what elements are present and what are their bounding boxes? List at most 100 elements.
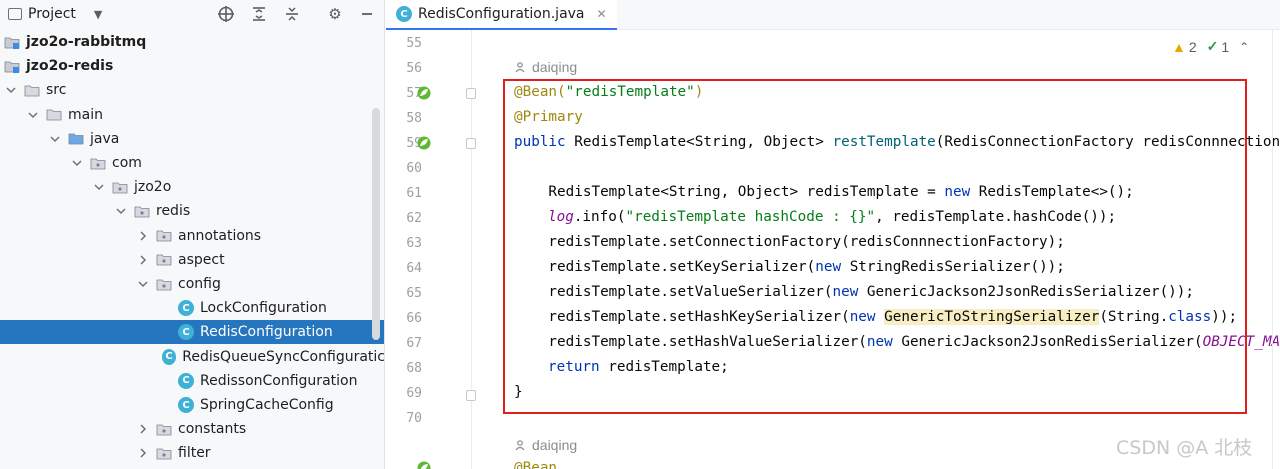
- tree-item-constants[interactable]: constants: [0, 417, 384, 441]
- folder-icon: [46, 108, 62, 121]
- tree-item-aspect[interactable]: aspect: [0, 248, 384, 272]
- tree-item-config[interactable]: config: [0, 272, 384, 296]
- locate-icon[interactable]: [216, 4, 236, 24]
- line-number[interactable]: 65: [386, 286, 422, 301]
- line-number[interactable]: 68: [386, 361, 422, 376]
- spring-bean-icon[interactable]: [416, 460, 432, 469]
- chevron-right-icon[interactable]: [136, 229, 150, 243]
- source-folder-icon: [68, 132, 84, 145]
- line-number[interactable]: 63: [386, 236, 422, 251]
- tree-item-jzo2o-redis[interactable]: jzo2o-redis: [0, 54, 384, 78]
- module-icon: [4, 36, 20, 49]
- tree-item-label: RedisQueueSyncConfiguratic: [182, 348, 385, 365]
- author-name: daiqing: [532, 59, 578, 75]
- chevron-down-icon[interactable]: [114, 204, 128, 218]
- person-icon: [515, 62, 525, 72]
- warning-count: 2: [1188, 38, 1197, 55]
- editor-gutter: 55 56 57 58 59 60 61 62 63 64 65 66 67 68 69 70: [386, 30, 476, 469]
- module-icon: [4, 60, 20, 73]
- chevron-up-icon[interactable]: ⌃: [1239, 40, 1249, 54]
- package-icon: [156, 447, 172, 460]
- tree-item-annotations[interactable]: annotations: [0, 224, 384, 248]
- person-icon: [515, 440, 525, 450]
- author-hint-2[interactable]: daiqing: [515, 437, 577, 453]
- tree-item-label: RedissonConfiguration: [200, 372, 358, 389]
- package-icon: [156, 229, 172, 242]
- tree-item-label: SpringCacheConfig: [200, 397, 334, 413]
- tree-item-src[interactable]: src: [0, 78, 384, 102]
- tree-item-label: jzo2o-redis: [26, 58, 114, 75]
- chevron-down-icon[interactable]: [70, 156, 84, 170]
- tree-item-redis[interactable]: redis: [0, 199, 384, 223]
- chevron-down-icon[interactable]: [4, 83, 18, 97]
- collapse-all-icon[interactable]: [282, 4, 302, 24]
- tree-item-lockconfiguration[interactable]: C LockConfiguration: [0, 296, 384, 320]
- chevron-down-icon[interactable]: [136, 277, 150, 291]
- tree-item-jzo2o-rabbitmq[interactable]: jzo2o-rabbitmq: [0, 30, 384, 54]
- spring-bean-icon[interactable]: [416, 85, 432, 101]
- spring-bean-icon[interactable]: [416, 135, 432, 151]
- warning-icon: ▲: [1172, 38, 1186, 55]
- expand-all-icon[interactable]: [249, 4, 269, 24]
- author-name: daiqing: [532, 437, 578, 453]
- tree-item-redissonconfiguration[interactable]: C RedissonConfiguration: [0, 369, 384, 393]
- hide-panel-icon[interactable]: [357, 4, 377, 24]
- code-line-70: @Bean: [514, 460, 558, 469]
- line-number[interactable]: 60: [386, 161, 422, 176]
- project-tool-window: Project ▼ ⚙ jzo2o-rabbitmq jzo2o-redis src…: [0, 0, 385, 469]
- line-number[interactable]: 67: [386, 336, 422, 351]
- line-number[interactable]: 66: [386, 311, 422, 326]
- tree-item-java[interactable]: java: [0, 127, 384, 151]
- tree-item-label: config: [178, 276, 221, 292]
- package-icon: [90, 157, 106, 170]
- package-icon: [156, 278, 172, 291]
- tree-item-label: jzo2o: [134, 179, 172, 196]
- package-icon: [156, 253, 172, 266]
- line-number[interactable]: 69: [386, 386, 422, 401]
- tree-item-label: constants: [178, 421, 247, 438]
- highlight-annotation-box: [503, 79, 1247, 414]
- chevron-right-icon[interactable]: [136, 422, 150, 436]
- tree-item-com[interactable]: com: [0, 151, 384, 175]
- author-hint[interactable]: daiqing: [515, 59, 577, 75]
- tab-redis-configuration[interactable]: C RedisConfiguration.java ✕: [386, 0, 617, 30]
- line-number[interactable]: 58: [386, 111, 422, 126]
- chevron-right-icon[interactable]: [136, 446, 150, 460]
- line-number[interactable]: 55: [386, 36, 422, 51]
- gear-icon[interactable]: ⚙: [325, 4, 345, 24]
- editor-tab-bar: C RedisConfiguration.java ✕: [386, 0, 1280, 30]
- chevron-down-icon[interactable]: [48, 132, 62, 146]
- tree-item-label: redis: [156, 203, 191, 220]
- watermark: CSDN @A 北枝: [1116, 437, 1253, 459]
- class-icon: C: [178, 372, 194, 389]
- tree-scrollbar[interactable]: [372, 108, 380, 340]
- folder-icon: [24, 84, 40, 97]
- chevron-down-icon[interactable]: [26, 108, 40, 122]
- line-number[interactable]: 70: [386, 411, 422, 426]
- editor-scrollbar[interactable]: [1272, 30, 1273, 469]
- chevron-right-icon[interactable]: [136, 253, 150, 267]
- close-icon[interactable]: ✕: [597, 7, 607, 21]
- chevron-down-icon[interactable]: ▼: [94, 8, 102, 21]
- line-number[interactable]: 64: [386, 261, 422, 276]
- line-number[interactable]: 62: [386, 211, 422, 226]
- tree-item-main[interactable]: main: [0, 103, 384, 127]
- project-panel-icon: [8, 8, 22, 20]
- tree-item-redisconfiguration[interactable]: C RedisConfiguration: [0, 320, 384, 345]
- tree-item-label: RedisConfiguration: [200, 324, 333, 341]
- class-icon: C: [178, 397, 194, 413]
- class-icon: C: [396, 6, 412, 22]
- tree-item-filter[interactable]: filter: [0, 441, 384, 465]
- line-number[interactable]: 56: [386, 61, 422, 76]
- inspection-widget[interactable]: ▲ 2 ✓ 1 ⌃: [1172, 38, 1252, 55]
- tree-item-label: src: [46, 82, 67, 99]
- package-icon: [134, 205, 150, 218]
- tree-item-jzo2o[interactable]: jzo2o: [0, 175, 384, 199]
- tree-item-redisqueuesyncconfiguratic[interactable]: C RedisQueueSyncConfiguratic: [0, 345, 385, 369]
- tree-item-springcacheconfig[interactable]: C SpringCacheConfig: [0, 393, 384, 417]
- line-number[interactable]: 61: [386, 186, 422, 201]
- tree-item-label: java: [90, 130, 120, 147]
- chevron-down-icon[interactable]: [92, 180, 106, 194]
- tree-item-label: jzo2o-rabbitmq: [26, 34, 147, 50]
- project-title[interactable]: Project: [28, 6, 76, 22]
